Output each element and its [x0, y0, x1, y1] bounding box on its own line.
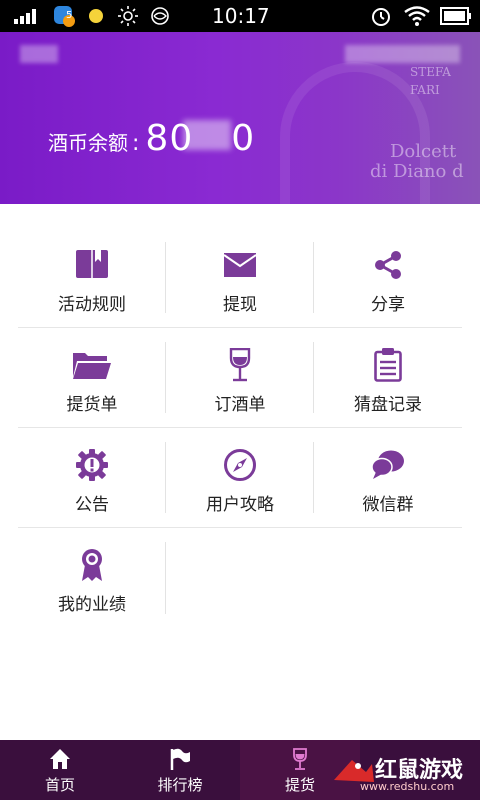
divider	[165, 542, 166, 614]
status-bar: 5 10:17	[0, 0, 480, 32]
tab-leaderboard[interactable]: 排行榜	[120, 740, 240, 800]
menu-item-label: 用户攻略	[206, 495, 274, 515]
header-background-arch	[280, 62, 430, 204]
menu-row: 提货单 订酒单 猜盘记录	[18, 328, 462, 428]
notification-badge: 5	[66, 10, 73, 21]
clock-time: 10:17	[212, 4, 270, 28]
eye-icon	[151, 7, 169, 25]
battery-icon	[440, 7, 471, 25]
blurred-info	[345, 45, 460, 63]
menu-item-label: 公告	[75, 495, 109, 515]
balance-colon: :	[132, 131, 140, 156]
award-ribbon-icon	[82, 549, 102, 581]
home-icon	[50, 749, 70, 769]
app-notification-icon	[54, 6, 75, 27]
menu-item-guess-records[interactable]: 猜盘记录	[314, 328, 462, 427]
label-art-top: STEFA	[410, 65, 451, 79]
rulebook-icon	[76, 250, 108, 278]
menu-item-my-performance[interactable]: 我的业绩	[18, 528, 166, 628]
menu-item-label: 我的业绩	[58, 595, 126, 615]
announcement-gear-icon	[76, 449, 108, 481]
menu-item-announcements[interactable]: 公告	[18, 428, 166, 527]
tab-label: 提货	[284, 776, 315, 794]
menu-row: 活动规则 提现 分享	[18, 228, 462, 328]
label-art-line1: Dolcett	[390, 141, 457, 162]
tab-home[interactable]: 首页	[0, 740, 120, 800]
balance-value-suffix: 0	[231, 118, 256, 159]
menu-item-user-guide[interactable]: 用户攻略	[166, 428, 314, 527]
blurred-username	[20, 45, 58, 63]
menu-item-label: 微信群	[362, 495, 414, 515]
menu-item-wine-orders[interactable]: 订酒单	[166, 328, 314, 427]
balance-redaction	[183, 120, 232, 150]
label-art-top2: FARI	[410, 83, 440, 97]
flag-icon	[170, 748, 190, 770]
wine-label-art: STEFA FARI Dolcett di Diano d	[350, 65, 464, 182]
menu-item-label: 订酒单	[214, 395, 266, 415]
tab-label: 排行榜	[157, 776, 203, 794]
folder-icon	[73, 353, 111, 379]
menu-item-label: 提货单	[66, 395, 118, 415]
envelope-icon	[224, 253, 256, 277]
menu-item-withdraw[interactable]: 提现	[166, 228, 314, 327]
coin-balance: 酒币余额 : 80 0	[48, 118, 255, 159]
menu-item-share[interactable]: 分享	[314, 228, 462, 327]
balance-header: STEFA FARI Dolcett di Diano d 酒币余额 : 80 …	[0, 32, 480, 204]
menu-item-label: 活动规则	[58, 295, 126, 315]
clipboard-icon	[374, 348, 402, 382]
alarm-icon	[372, 8, 390, 26]
watermark-url: www.redshu.com	[360, 780, 455, 793]
yellow-dot-icon	[89, 9, 103, 23]
brightness-icon	[118, 6, 138, 26]
menu-item-label: 分享	[371, 295, 405, 315]
label-art-line2: di Diano d	[370, 161, 464, 182]
menu-item-pickup-orders[interactable]: 提货单	[18, 328, 166, 427]
chat-bubbles-icon	[371, 450, 404, 479]
menu-item-wechat-group[interactable]: 微信群	[314, 428, 462, 527]
menu-row: 我的业绩	[18, 528, 462, 628]
wine-glass-icon	[229, 348, 251, 382]
menu-grid: 活动规则 提现 分享 提货单 订酒单 猜盘记录 公告 用户攻略 微信群 我的业绩	[18, 228, 462, 628]
site-watermark: 红鼠游戏 www.redshu.com	[330, 740, 480, 800]
share-icon	[375, 251, 401, 279]
wine-glass-icon	[293, 748, 307, 770]
menu-item-activity-rules[interactable]: 活动规则	[18, 228, 166, 327]
balance-label: 酒币余额	[48, 131, 128, 155]
wifi-icon	[404, 6, 430, 26]
menu-item-label: 猜盘记录	[354, 395, 422, 415]
signal-icon	[14, 9, 36, 24]
menu-row: 公告 用户攻略 微信群	[18, 428, 462, 528]
compass-icon	[224, 449, 256, 481]
tab-label: 首页	[44, 776, 75, 794]
menu-item-label: 提现	[223, 295, 257, 315]
